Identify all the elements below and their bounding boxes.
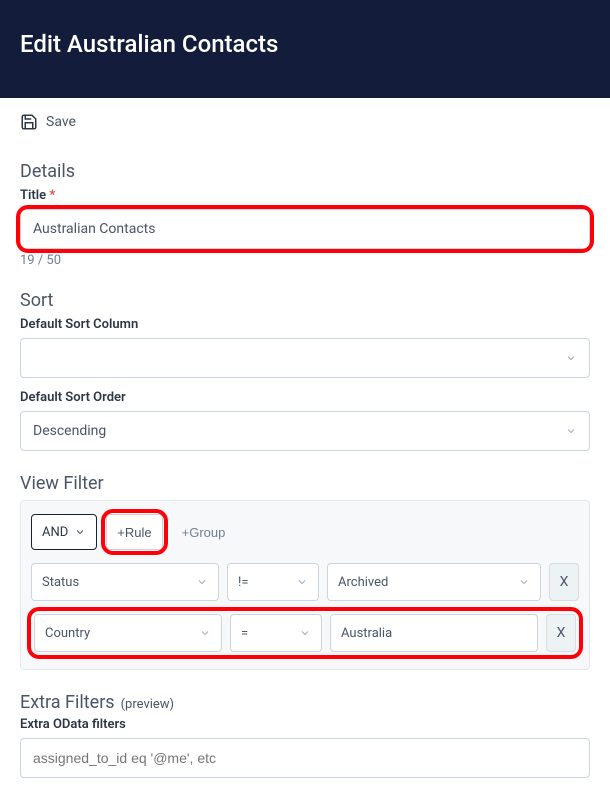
required-indicator: * bbox=[49, 188, 55, 203]
rule-operator-select[interactable]: != bbox=[227, 563, 319, 601]
sort-order-label: Default Sort Order bbox=[20, 390, 590, 405]
chevron-down-icon bbox=[74, 526, 86, 538]
rule-value-select[interactable]: Archived bbox=[327, 563, 541, 601]
add-group-button[interactable]: +Group bbox=[172, 514, 236, 550]
chevron-down-icon bbox=[299, 627, 311, 639]
sort-order-select[interactable]: Descending bbox=[20, 411, 590, 451]
chevron-down-icon bbox=[518, 576, 530, 588]
preview-badge: (preview) bbox=[121, 697, 175, 712]
filter-section: View Filter AND +Rule +Group Status bbox=[20, 473, 590, 670]
chevron-down-icon bbox=[565, 425, 577, 437]
sort-heading: Sort bbox=[20, 290, 590, 311]
details-section: Details Title * Australian Contacts 19 /… bbox=[20, 161, 590, 268]
extra-odata-label: Extra OData filters bbox=[20, 717, 590, 732]
details-heading: Details bbox=[20, 161, 590, 182]
title-label: Title * bbox=[20, 188, 590, 203]
rule-operator-select[interactable]: = bbox=[230, 614, 322, 652]
page-body: Save Details Title * Australian Contacts… bbox=[0, 98, 610, 798]
chevron-down-icon bbox=[565, 352, 577, 364]
rule-field-select[interactable]: Country bbox=[34, 614, 222, 652]
page-title: Edit Australian Contacts bbox=[20, 30, 590, 58]
sort-column-label: Default Sort Column bbox=[20, 317, 590, 332]
chevron-down-icon bbox=[296, 576, 308, 588]
chevron-down-icon bbox=[199, 627, 211, 639]
sort-column-select[interactable] bbox=[20, 338, 590, 378]
filter-rule: Status != Archived X bbox=[31, 563, 579, 601]
title-counter: 19 / 50 bbox=[20, 253, 590, 268]
sort-section: Sort Default Sort Column Default Sort Or… bbox=[20, 290, 590, 451]
rule-value-input[interactable]: Australia bbox=[330, 614, 538, 652]
extra-filters-heading: Extra Filters bbox=[20, 692, 115, 713]
extra-odata-input[interactable] bbox=[20, 738, 590, 778]
title-input[interactable]: Australian Contacts bbox=[20, 209, 590, 249]
chevron-down-icon bbox=[196, 576, 208, 588]
save-label: Save bbox=[46, 114, 76, 130]
extra-filters-section: Extra Filters (preview) Extra OData filt… bbox=[20, 692, 590, 778]
rule-field-select[interactable]: Status bbox=[31, 563, 219, 601]
remove-rule-button[interactable]: X bbox=[546, 614, 576, 652]
filter-rule: Country = Australia X bbox=[34, 614, 576, 652]
save-icon bbox=[20, 113, 38, 131]
filter-panel: AND +Rule +Group Status != bbox=[20, 500, 590, 670]
filter-heading: View Filter bbox=[20, 473, 590, 494]
save-button[interactable]: Save bbox=[20, 113, 590, 131]
remove-rule-button[interactable]: X bbox=[549, 563, 579, 601]
page-header: Edit Australian Contacts bbox=[0, 0, 610, 98]
add-rule-button[interactable]: +Rule bbox=[106, 514, 162, 550]
logic-selector[interactable]: AND bbox=[31, 514, 97, 550]
